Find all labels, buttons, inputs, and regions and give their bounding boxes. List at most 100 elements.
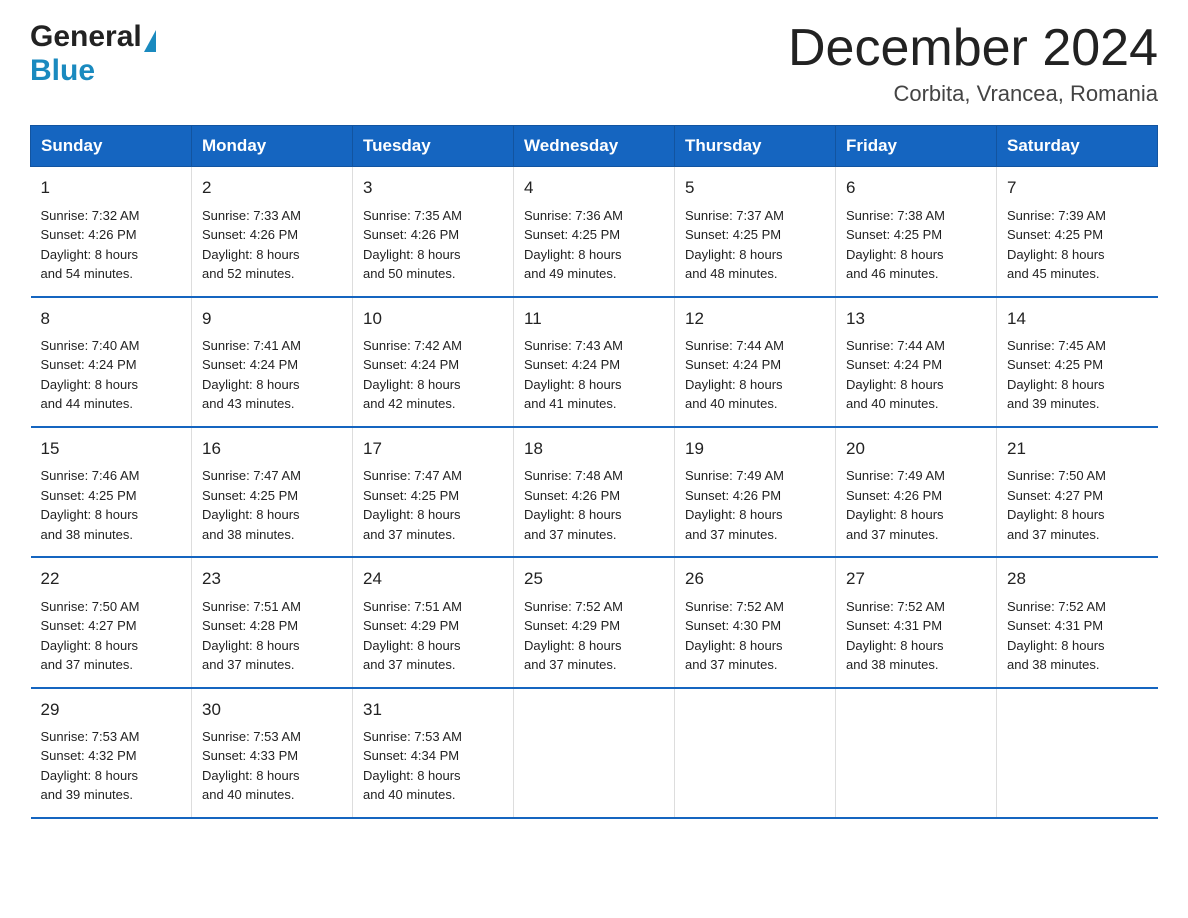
day-number: 1 (41, 175, 182, 201)
calendar-cell: 19Sunrise: 7:49 AMSunset: 4:26 PMDayligh… (675, 427, 836, 557)
week-row-4: 22 Sunrise: 7:50 AMSunset: 4:27 PMDayligh… (31, 557, 1158, 687)
day-number: 6 (846, 175, 986, 201)
day-number: 12 (685, 306, 825, 332)
day-number: 21 (1007, 436, 1148, 462)
day-number: 29 (41, 697, 182, 723)
day-number: 25 (524, 566, 664, 592)
day-info: Sunrise: 7:35 AMSunset: 4:26 PMDaylight:… (363, 206, 503, 284)
calendar-cell: 6 Sunrise: 7:38 AMSunset: 4:25 PMDaylight… (836, 167, 997, 297)
day-info: Sunrise: 7:33 AMSunset: 4:26 PMDaylight:… (202, 206, 342, 284)
title-area: December 2024 Corbita, Vrancea, Romania (788, 20, 1158, 107)
day-number: 3 (363, 175, 503, 201)
day-info: Sunrise: 7:44 AMSunset: 4:24 PMDaylight:… (846, 336, 986, 414)
day-info: Sunrise: 7:43 AMSunset: 4:24 PMDaylight:… (524, 336, 664, 414)
day-number: 22 (41, 566, 182, 592)
calendar-cell: 21 Sunrise: 7:50 AMSunset: 4:27 PMDayligh… (997, 427, 1158, 557)
day-number: 31 (363, 697, 503, 723)
header-thursday: Thursday (675, 126, 836, 167)
calendar-cell: 28 Sunrise: 7:52 AMSunset: 4:31 PMDayligh… (997, 557, 1158, 687)
day-info: Sunrise: 7:49 AMSunset: 4:26 PMDaylight:… (846, 466, 986, 544)
calendar-cell: 26Sunrise: 7:52 AMSunset: 4:30 PMDayligh… (675, 557, 836, 687)
calendar-cell (514, 688, 675, 818)
calendar-cell (675, 688, 836, 818)
day-number: 7 (1007, 175, 1148, 201)
header: General Blue December 2024 Corbita, Vran… (30, 20, 1158, 107)
day-info: Sunrise: 7:38 AMSunset: 4:25 PMDaylight:… (846, 206, 986, 284)
calendar-cell: 29 Sunrise: 7:53 AMSunset: 4:32 PMDayligh… (31, 688, 192, 818)
calendar-cell: 22 Sunrise: 7:50 AMSunset: 4:27 PMDayligh… (31, 557, 192, 687)
day-info: Sunrise: 7:50 AMSunset: 4:27 PMDaylight:… (41, 597, 182, 675)
day-number: 10 (363, 306, 503, 332)
calendar-header-row: SundayMondayTuesdayWednesdayThursdayFrid… (31, 126, 1158, 167)
calendar-cell: 31 Sunrise: 7:53 AMSunset: 4:34 PMDayligh… (353, 688, 514, 818)
header-tuesday: Tuesday (353, 126, 514, 167)
calendar-cell: 25 Sunrise: 7:52 AMSunset: 4:29 PMDayligh… (514, 557, 675, 687)
header-sunday: Sunday (31, 126, 192, 167)
calendar-cell: 16 Sunrise: 7:47 AMSunset: 4:25 PMDayligh… (192, 427, 353, 557)
calendar-cell: 2 Sunrise: 7:33 AMSunset: 4:26 PMDaylight… (192, 167, 353, 297)
day-number: 5 (685, 175, 825, 201)
day-info: Sunrise: 7:32 AMSunset: 4:26 PMDaylight:… (41, 206, 182, 284)
day-info: Sunrise: 7:53 AMSunset: 4:32 PMDaylight:… (41, 727, 182, 805)
logo-blue-text: Blue (30, 54, 95, 88)
day-info: Sunrise: 7:42 AMSunset: 4:24 PMDaylight:… (363, 336, 503, 414)
day-number: 4 (524, 175, 664, 201)
calendar-cell: 4 Sunrise: 7:36 AMSunset: 4:25 PMDaylight… (514, 167, 675, 297)
day-number: 27 (846, 566, 986, 592)
day-info: Sunrise: 7:53 AMSunset: 4:33 PMDaylight:… (202, 727, 342, 805)
logo-triangle-icon (144, 30, 156, 52)
day-info: Sunrise: 7:36 AMSunset: 4:25 PMDaylight:… (524, 206, 664, 284)
day-number: 20 (846, 436, 986, 462)
day-number: 23 (202, 566, 342, 592)
day-info: Sunrise: 7:52 AMSunset: 4:31 PMDaylight:… (1007, 597, 1148, 675)
calendar-cell: 7 Sunrise: 7:39 AMSunset: 4:25 PMDaylight… (997, 167, 1158, 297)
calendar-cell: 17Sunrise: 7:47 AMSunset: 4:25 PMDayligh… (353, 427, 514, 557)
day-number: 18 (524, 436, 664, 462)
day-number: 28 (1007, 566, 1148, 592)
calendar-cell (836, 688, 997, 818)
day-info: Sunrise: 7:52 AMSunset: 4:29 PMDaylight:… (524, 597, 664, 675)
day-number: 13 (846, 306, 986, 332)
calendar-cell: 24Sunrise: 7:51 AMSunset: 4:29 PMDayligh… (353, 557, 514, 687)
day-info: Sunrise: 7:40 AMSunset: 4:24 PMDaylight:… (41, 336, 182, 414)
calendar-cell: 1 Sunrise: 7:32 AMSunset: 4:26 PMDaylight… (31, 167, 192, 297)
header-monday: Monday (192, 126, 353, 167)
day-number: 9 (202, 306, 342, 332)
page-title: December 2024 (788, 20, 1158, 77)
day-info: Sunrise: 7:51 AMSunset: 4:28 PMDaylight:… (202, 597, 342, 675)
day-info: Sunrise: 7:45 AMSunset: 4:25 PMDaylight:… (1007, 336, 1148, 414)
day-number: 15 (41, 436, 182, 462)
header-wednesday: Wednesday (514, 126, 675, 167)
day-info: Sunrise: 7:39 AMSunset: 4:25 PMDaylight:… (1007, 206, 1148, 284)
calendar-cell: 9 Sunrise: 7:41 AMSunset: 4:24 PMDaylight… (192, 297, 353, 427)
day-info: Sunrise: 7:47 AMSunset: 4:25 PMDaylight:… (363, 466, 503, 544)
header-saturday: Saturday (997, 126, 1158, 167)
calendar-cell: 20 Sunrise: 7:49 AMSunset: 4:26 PMDayligh… (836, 427, 997, 557)
day-info: Sunrise: 7:47 AMSunset: 4:25 PMDaylight:… (202, 466, 342, 544)
logo: General Blue (30, 20, 156, 88)
page-subtitle: Corbita, Vrancea, Romania (788, 81, 1158, 107)
calendar-cell: 10 Sunrise: 7:42 AMSunset: 4:24 PMDayligh… (353, 297, 514, 427)
day-info: Sunrise: 7:41 AMSunset: 4:24 PMDaylight:… (202, 336, 342, 414)
calendar-cell: 15 Sunrise: 7:46 AMSunset: 4:25 PMDayligh… (31, 427, 192, 557)
day-number: 11 (524, 306, 664, 332)
day-info: Sunrise: 7:46 AMSunset: 4:25 PMDaylight:… (41, 466, 182, 544)
day-info: Sunrise: 7:52 AMSunset: 4:30 PMDaylight:… (685, 597, 825, 675)
day-number: 24 (363, 566, 503, 592)
calendar-cell: 18Sunrise: 7:48 AMSunset: 4:26 PMDayligh… (514, 427, 675, 557)
week-row-5: 29 Sunrise: 7:53 AMSunset: 4:32 PMDayligh… (31, 688, 1158, 818)
day-info: Sunrise: 7:50 AMSunset: 4:27 PMDaylight:… (1007, 466, 1148, 544)
calendar-cell: 30 Sunrise: 7:53 AMSunset: 4:33 PMDayligh… (192, 688, 353, 818)
header-friday: Friday (836, 126, 997, 167)
calendar-cell: 3 Sunrise: 7:35 AMSunset: 4:26 PMDaylight… (353, 167, 514, 297)
calendar-cell: 27 Sunrise: 7:52 AMSunset: 4:31 PMDayligh… (836, 557, 997, 687)
day-number: 30 (202, 697, 342, 723)
calendar-cell (997, 688, 1158, 818)
day-number: 19 (685, 436, 825, 462)
day-info: Sunrise: 7:53 AMSunset: 4:34 PMDaylight:… (363, 727, 503, 805)
day-number: 16 (202, 436, 342, 462)
day-info: Sunrise: 7:37 AMSunset: 4:25 PMDaylight:… (685, 206, 825, 284)
day-info: Sunrise: 7:52 AMSunset: 4:31 PMDaylight:… (846, 597, 986, 675)
calendar-cell: 14Sunrise: 7:45 AMSunset: 4:25 PMDayligh… (997, 297, 1158, 427)
day-number: 2 (202, 175, 342, 201)
